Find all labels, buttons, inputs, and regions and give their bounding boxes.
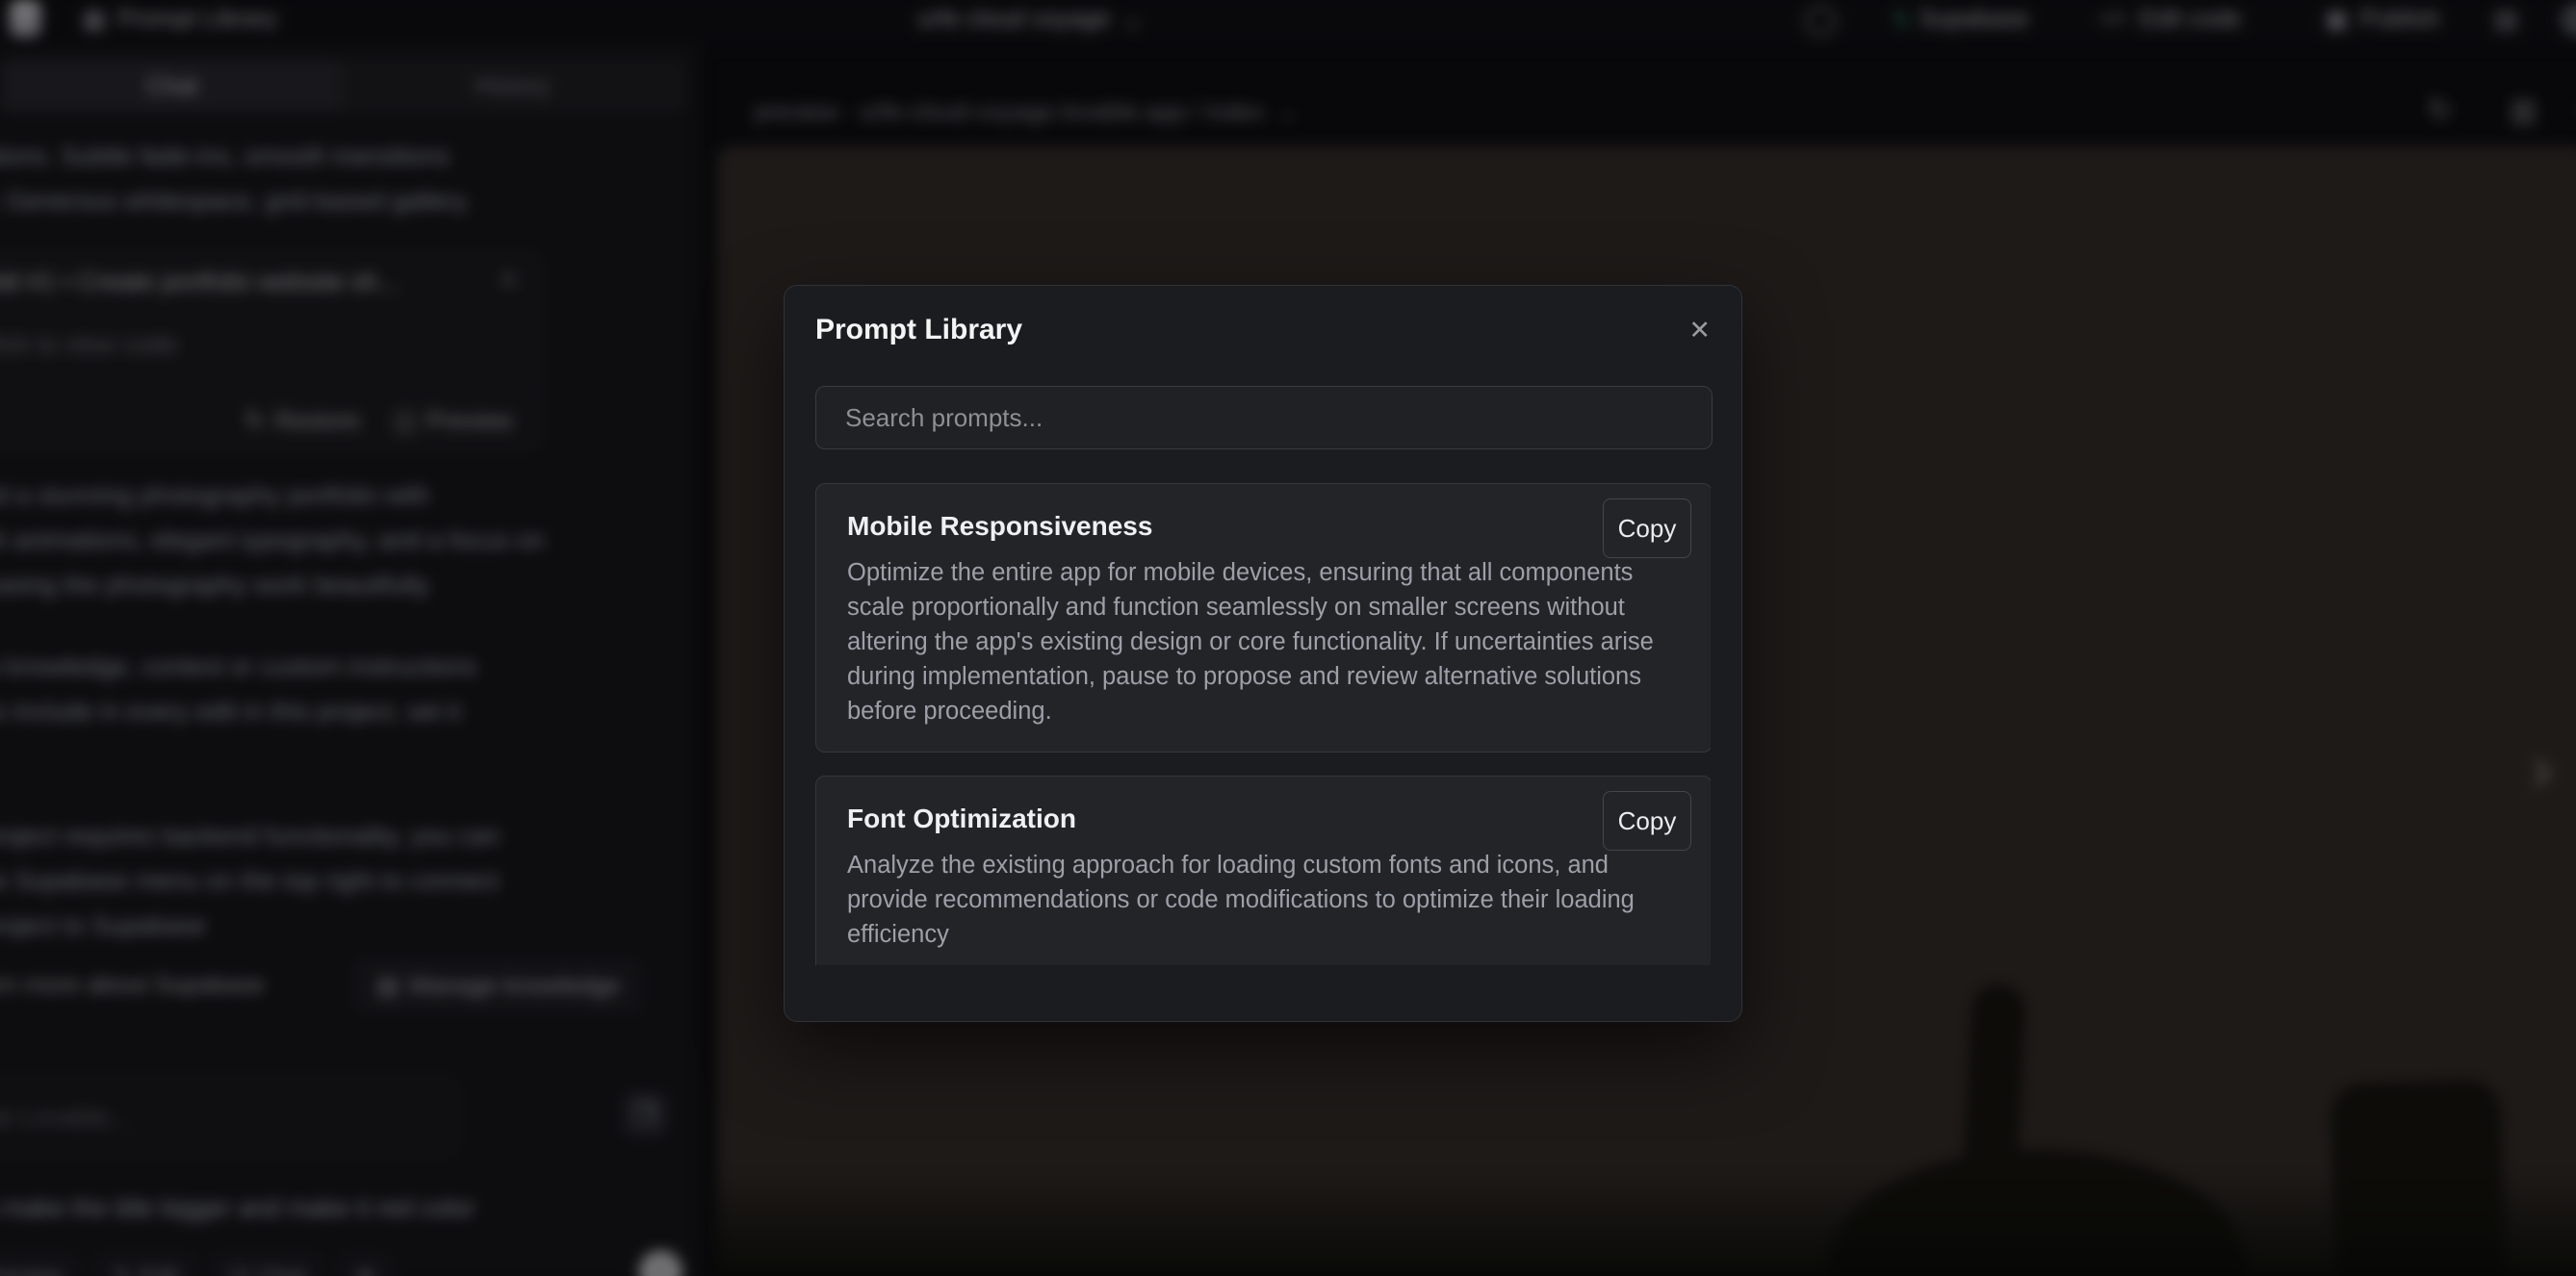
search-input[interactable] <box>815 386 1713 449</box>
prompt-description: Optimize the entire app for mobile devic… <box>847 555 1694 728</box>
app-root: ▦ Prompt Library urfe cloud voyage ⌄ ◯ ϟ… <box>0 0 2576 1276</box>
prompt-title: Mobile Responsiveness <box>847 507 1681 546</box>
prompt-card-mobile-responsiveness: Mobile Responsiveness Copy Optimize the … <box>815 483 1711 753</box>
prompt-library-modal: Prompt Library ✕ Mobile Responsiveness C… <box>784 285 1742 1022</box>
prompt-title: Font Optimization <box>847 800 1681 838</box>
copy-button[interactable]: Copy <box>1603 498 1691 558</box>
prompt-list: Mobile Responsiveness Copy Optimize the … <box>815 483 1711 965</box>
copy-button[interactable]: Copy <box>1603 791 1691 851</box>
modal-title: Prompt Library <box>815 314 1022 346</box>
modal-header: Prompt Library ✕ <box>815 309 1711 351</box>
prompt-description: Analyze the existing approach for loadin… <box>847 848 1694 952</box>
prompt-card-font-optimization: Font Optimization Copy Analyze the exist… <box>815 776 1711 965</box>
close-icon[interactable]: ✕ <box>1688 316 1711 345</box>
